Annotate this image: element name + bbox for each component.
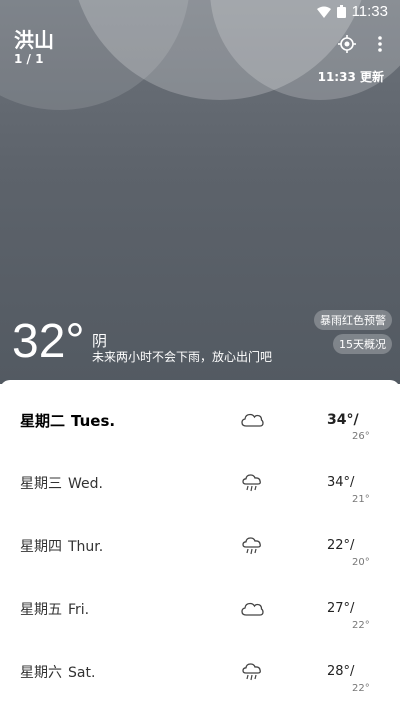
day-name: 星期六 Sat. [20, 665, 96, 681]
low-temp: 22° [352, 683, 370, 694]
high-temp: 28°/ [327, 664, 355, 679]
high-temp: 22°/ [327, 538, 355, 553]
weather-hero: 11:33 洪山 1 / 1 11:33 更新 32° 阴 未来两小时不会下雨，… [0, 0, 400, 384]
forecast-row[interactable]: 星期四 Thur. 22°/ 20° [0, 537, 400, 593]
more-options-icon[interactable] [372, 34, 388, 54]
day-name: 星期四 Thur. [20, 539, 104, 555]
rain-icon [242, 474, 261, 492]
update-time: 11:33 更新 [317, 70, 384, 84]
battery-icon [336, 5, 346, 18]
day-name: 星期五 Fri. [20, 602, 90, 618]
current-temperature: 32° [12, 315, 85, 368]
location-icon[interactable] [337, 34, 357, 54]
high-temp: 27°/ [327, 601, 355, 616]
cloudy-icon [241, 602, 264, 616]
wifi-icon [316, 6, 331, 18]
short-forecast-text: 未来两小时不会下雨，放心出门吧 [92, 350, 273, 364]
day-name: 星期三 Wed. [20, 476, 103, 492]
fifteen-day-button[interactable]: 15天概况 [333, 334, 392, 354]
daily-forecast-sheet: 星期二 Tues. 34°/ 26° 星期三 Wed. 34°/ 21° 星期四 Th… [0, 380, 400, 711]
forecast-row[interactable]: 星期三 Wed. 34°/ 21° [0, 474, 400, 530]
low-temp: 22° [352, 620, 370, 631]
low-temp: 20° [352, 557, 370, 568]
status-time: 11:33 [351, 3, 388, 20]
cloudy-icon [241, 413, 264, 427]
rain-icon [242, 537, 261, 555]
day-name: 星期二 Tues. [20, 412, 116, 430]
page-indicator: 1 / 1 [14, 52, 44, 66]
forecast-row[interactable]: 星期五 Fri. 27°/ 22° [0, 600, 400, 656]
rain-icon [242, 663, 261, 681]
low-temp: 21° [352, 494, 370, 505]
low-temp: 26° [352, 431, 370, 442]
city-name[interactable]: 洪山 [14, 24, 54, 53]
high-temp: 34°/ [327, 475, 355, 490]
weather-alert-badge[interactable]: 暴雨红色预警 [314, 310, 392, 330]
high-temp: 34°/ [327, 412, 359, 428]
forecast-row[interactable]: 星期二 Tues. 34°/ 26° [0, 411, 400, 467]
status-bar: 11:33 [0, 0, 400, 22]
